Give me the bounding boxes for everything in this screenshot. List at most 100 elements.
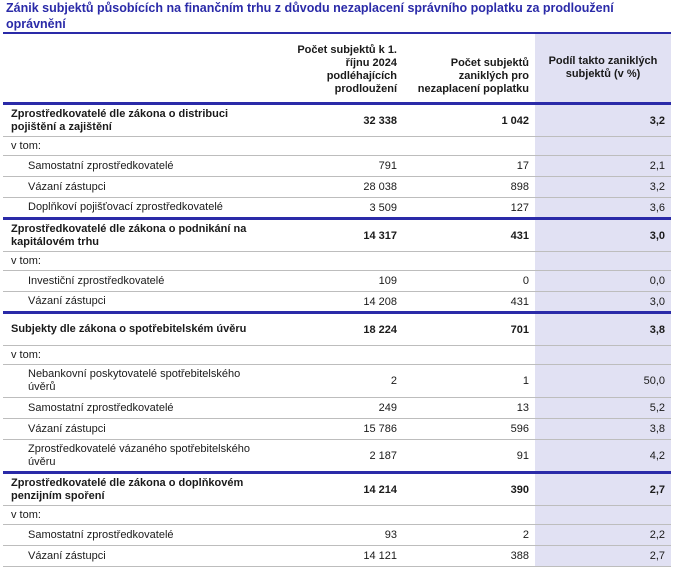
cell-share-terminated: 50,0 — [535, 364, 671, 398]
table-row: Nebankovní poskytovatelé spotřebitelskéh… — [3, 364, 671, 398]
cell-count-terminated: 431 — [403, 291, 535, 313]
cell-count-subjects: 32 338 — [271, 102, 403, 137]
cell-count-subjects: 14 214 — [271, 471, 403, 506]
data-table: Počet subjektů k 1. říjnu 2024 podléhají… — [3, 32, 671, 567]
cell-count-terminated: 17 — [403, 155, 535, 177]
row-label: Samostatní zprostředkovatelé — [3, 524, 271, 546]
cell-count-terminated: 91 — [403, 439, 535, 473]
cell-share-terminated: 5,2 — [535, 397, 671, 419]
row-label: v tom: — [3, 136, 271, 156]
row-label: Nebankovní poskytovatelé spotřebitelskéh… — [3, 364, 271, 398]
cell-share-terminated: 3,0 — [535, 291, 671, 313]
header-count-subjects: Počet subjektů k 1. říjnu 2024 podléhají… — [271, 32, 403, 104]
cell-share-terminated: 4,2 — [535, 439, 671, 473]
cell-count-terminated: 127 — [403, 197, 535, 219]
cell-count-terminated: 431 — [403, 217, 535, 252]
row-label: Subjekty dle zákona o spotřebitelském úv… — [3, 311, 271, 346]
row-label: Zprostředkovatelé vázaného spotřebitelsk… — [3, 439, 271, 473]
table-row: Samostatní zprostředkovatelé 93 2 2,2 — [3, 524, 671, 546]
cell-share-terminated: 2,2 — [535, 524, 671, 546]
table-row: Zprostředkovatelé vázaného spotřebitelsk… — [3, 439, 671, 473]
cell-count-terminated — [403, 251, 535, 271]
cell-share-terminated: 3,6 — [535, 197, 671, 219]
table-row: Vázaní zástupci 14 208 431 3,0 — [3, 291, 671, 313]
row-label: v tom: — [3, 251, 271, 271]
cell-count-subjects: 249 — [271, 397, 403, 419]
cell-count-subjects: 28 038 — [271, 176, 403, 198]
cell-count-terminated: 13 — [403, 397, 535, 419]
row-label: Zprostředkovatelé dle zákona o doplňkové… — [3, 471, 271, 506]
row-label: Samostatní zprostředkovatelé — [3, 397, 271, 419]
row-label: Investiční zprostředkovatelé — [3, 270, 271, 292]
cell-share-terminated: 3,8 — [535, 311, 671, 346]
table-row: Doplňkoví pojišťovací zprostředkovatelé 3… — [3, 197, 671, 219]
group-row: Subjekty dle zákona o spotřebitelském úv… — [3, 311, 671, 346]
header-count-terminated: Počet subjektů zaniklých pro nezaplacení… — [403, 32, 535, 104]
header-blank — [3, 32, 271, 104]
row-label: v tom: — [3, 505, 271, 525]
row-label: Zprostředkovatelé dle zákona o podnikání… — [3, 217, 271, 252]
cell-count-terminated: 388 — [403, 545, 535, 567]
cell-count-subjects: 2 187 — [271, 439, 403, 473]
table-row: Samostatní zprostředkovatelé 249 13 5,2 — [3, 397, 671, 419]
table-title: Zánik subjektů působících na finančním t… — [6, 1, 614, 31]
cell-share-terminated: 3,8 — [535, 418, 671, 440]
cell-share-terminated: 2,7 — [535, 471, 671, 506]
cell-count-subjects: 14 121 — [271, 545, 403, 567]
cell-count-subjects: 109 — [271, 270, 403, 292]
cell-share-terminated — [535, 251, 671, 271]
row-label: v tom: — [3, 345, 271, 365]
subheading-row: v tom: — [3, 251, 671, 271]
cell-count-subjects — [271, 505, 403, 525]
table-row: Vázaní zástupci 15 786 596 3,8 — [3, 418, 671, 440]
table-row: Vázaní zástupci 28 038 898 3,2 — [3, 176, 671, 198]
row-label: Doplňkoví pojišťovací zprostředkovatelé — [3, 197, 271, 219]
cell-count-terminated — [403, 505, 535, 525]
cell-count-terminated: 0 — [403, 270, 535, 292]
table-row: Vázaní zástupci 14 121 388 2,7 — [3, 545, 671, 567]
cell-count-subjects — [271, 345, 403, 365]
subheading-row: v tom: — [3, 505, 671, 525]
cell-share-terminated: 2,1 — [535, 155, 671, 177]
cell-count-terminated: 898 — [403, 176, 535, 198]
row-label: Zprostředkovatelé dle zákona o distribuc… — [3, 102, 271, 137]
cell-count-subjects: 3 509 — [271, 197, 403, 219]
cell-share-terminated: 3,0 — [535, 217, 671, 252]
cell-share-terminated: 2,7 — [535, 545, 671, 567]
cell-count-subjects — [271, 136, 403, 156]
cell-share-terminated — [535, 345, 671, 365]
subheading-row: v tom: — [3, 136, 671, 156]
row-label: Vázaní zástupci — [3, 545, 271, 567]
cell-share-terminated — [535, 505, 671, 525]
table-row: Investiční zprostředkovatelé 109 0 0,0 — [3, 270, 671, 292]
row-label: Vázaní zástupci — [3, 176, 271, 198]
cell-count-subjects: 14 317 — [271, 217, 403, 252]
group-row: Zprostředkovatelé dle zákona o podnikání… — [3, 217, 671, 252]
group-row: Zprostředkovatelé dle zákona o distribuc… — [3, 102, 671, 137]
cell-count-subjects — [271, 251, 403, 271]
cell-count-subjects: 93 — [271, 524, 403, 546]
cell-count-terminated: 596 — [403, 418, 535, 440]
cell-count-terminated — [403, 136, 535, 156]
subheading-row: v tom: — [3, 345, 671, 365]
cell-count-terminated: 390 — [403, 471, 535, 506]
cell-share-terminated — [535, 136, 671, 156]
cell-count-terminated: 701 — [403, 311, 535, 346]
cell-count-terminated: 1 — [403, 364, 535, 398]
group-row: Zprostředkovatelé dle zákona o doplňkové… — [3, 471, 671, 506]
row-label: Samostatní zprostředkovatelé — [3, 155, 271, 177]
cell-count-subjects: 18 224 — [271, 311, 403, 346]
table-body: Zprostředkovatelé dle zákona o distribuc… — [3, 102, 671, 567]
cell-count-subjects: 2 — [271, 364, 403, 398]
cell-count-subjects: 14 208 — [271, 291, 403, 313]
header-row: Počet subjektů k 1. říjnu 2024 podléhají… — [3, 32, 671, 104]
cell-count-terminated: 1 042 — [403, 102, 535, 137]
cell-share-terminated: 3,2 — [535, 102, 671, 137]
cell-share-terminated: 3,2 — [535, 176, 671, 198]
header-share-terminated: Podíl takto zaniklých subjektů (v %) — [535, 32, 671, 104]
cell-share-terminated: 0,0 — [535, 270, 671, 292]
cell-count-terminated: 2 — [403, 524, 535, 546]
cell-count-terminated — [403, 345, 535, 365]
row-label: Vázaní zástupci — [3, 418, 271, 440]
cell-count-subjects: 791 — [271, 155, 403, 177]
